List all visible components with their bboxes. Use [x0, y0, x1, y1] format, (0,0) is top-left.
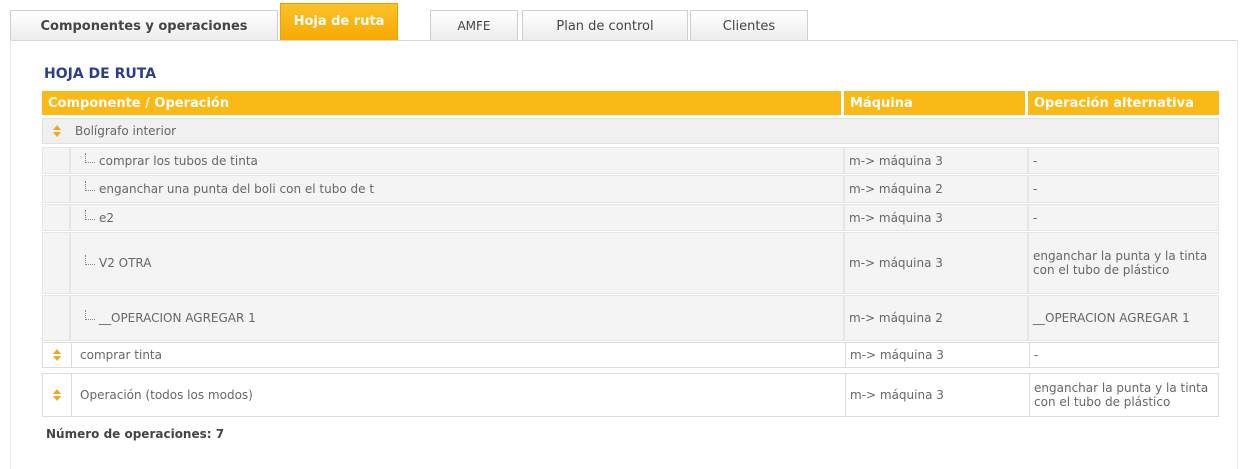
tree-branch-icon: [85, 310, 95, 320]
expand-toggle[interactable]: [43, 119, 71, 143]
tree-branch-icon: [85, 255, 95, 265]
operation-cell: comprar tinta: [71, 343, 845, 367]
operation-cell: e2: [70, 204, 844, 231]
column-header-machine[interactable]: Máquina: [844, 91, 1027, 115]
alt-operation-cell: __OPERACION AGREGAR 1: [1028, 295, 1219, 341]
tab-componentes-y-operaciones[interactable]: Componentes y operaciones: [10, 10, 278, 41]
alt-operation-cell: -: [1028, 175, 1219, 203]
tab-plan-de-control[interactable]: Plan de control: [522, 10, 688, 41]
expand-collapse-icon[interactable]: [52, 389, 62, 401]
machine-cell: m-> máquina 3: [845, 343, 1029, 367]
alt-operation-cell: -: [1028, 204, 1219, 231]
group-row: Bolígrafo interior: [42, 118, 1219, 144]
row-indent: [42, 295, 70, 341]
tree-branch-icon: [85, 152, 95, 163]
machine-cell: m-> máquina 2: [844, 295, 1028, 341]
tree-branch-icon: [85, 209, 95, 220]
operation-cell: enganchar una punta del boli con el tubo…: [70, 175, 844, 203]
table-row: e2 m-> máquina 3 -: [42, 204, 1219, 231]
machine-cell: m-> máquina 3: [844, 147, 1028, 174]
machine-cell: m-> máquina 3: [844, 204, 1028, 231]
expand-toggle[interactable]: [43, 374, 71, 416]
alt-operation-cell: -: [1028, 147, 1219, 174]
operation-label: __OPERACION AGREGAR 1: [99, 311, 256, 325]
tab-hoja-de-ruta[interactable]: Hoja de ruta: [280, 3, 398, 41]
operation-label: V2 OTRA: [99, 256, 152, 270]
tab-amfe[interactable]: AMFE: [430, 10, 518, 41]
operation-cell: __OPERACION AGREGAR 1: [70, 295, 844, 341]
alt-operation-cell: -: [1029, 343, 1220, 367]
group-name: Bolígrafo interior: [75, 124, 177, 138]
table-row: comprar tinta m-> máquina 3 -: [42, 342, 1219, 368]
table-row: comprar los tubos de tinta m-> máquina 3…: [42, 147, 1219, 174]
operation-cell: Operación (todos los modos): [71, 374, 845, 416]
table-row: enganchar una punta del boli con el tubo…: [42, 175, 1219, 203]
column-header-alternative[interactable]: Operación alternativa: [1028, 91, 1219, 115]
tree-branch-icon: [85, 181, 95, 191]
tab-clientes[interactable]: Clientes: [690, 10, 808, 41]
row-indent: [42, 147, 70, 174]
machine-cell: m-> máquina 3: [845, 374, 1029, 416]
operation-cell: V2 OTRA: [70, 232, 844, 294]
operation-label: e2: [99, 210, 115, 225]
operation-label: comprar los tubos de tinta: [99, 153, 258, 168]
tab-bar: Componentes y operaciones Hoja de ruta A…: [10, 0, 810, 41]
table-row: V2 OTRA m-> máquina 3 enganchar la punta…: [42, 232, 1219, 294]
row-indent: [42, 232, 70, 294]
expand-toggle[interactable]: [43, 343, 71, 367]
expand-collapse-icon[interactable]: [52, 125, 62, 137]
expand-collapse-icon[interactable]: [52, 349, 62, 361]
operation-cell: comprar los tubos de tinta: [70, 147, 844, 174]
table-row: __OPERACION AGREGAR 1 m-> máquina 2 __OP…: [42, 295, 1219, 341]
table-row: Operación (todos los modos) m-> máquina …: [42, 373, 1219, 417]
alt-operation-cell: enganchar la punta y la tinta con el tub…: [1028, 232, 1219, 294]
row-indent: [42, 175, 70, 203]
machine-cell: m-> máquina 3: [844, 232, 1028, 294]
machine-cell: m-> máquina 2: [844, 175, 1028, 203]
operation-label: enganchar una punta del boli con el tubo…: [99, 182, 375, 196]
alt-operation-cell: enganchar la punta y la tinta con el tub…: [1029, 374, 1220, 416]
column-header-operation[interactable]: Componente / Operación: [42, 91, 843, 115]
row-indent: [42, 204, 70, 231]
page-title: HOJA DE RUTA: [44, 66, 157, 82]
operation-count: Número de operaciones: 7: [46, 427, 225, 441]
